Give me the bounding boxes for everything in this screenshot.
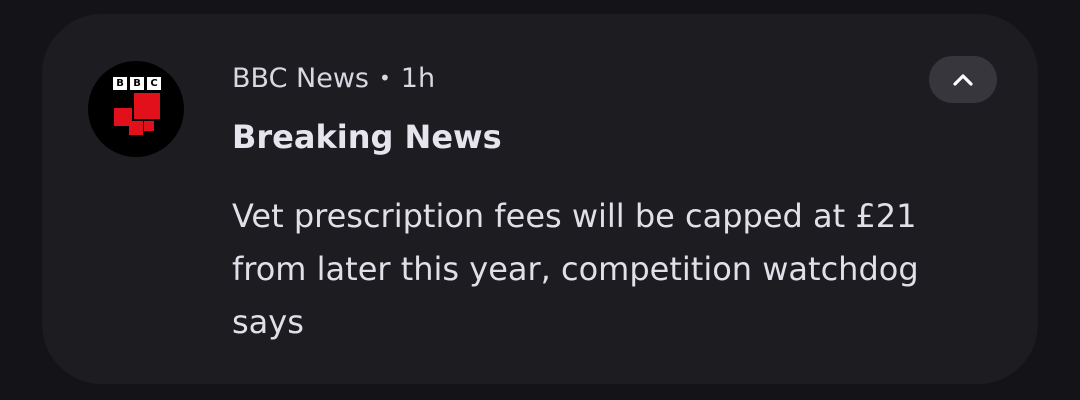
bbc-logo-letter: B xyxy=(130,77,144,90)
header-separator: • xyxy=(378,66,391,90)
app-name: BBC News xyxy=(232,62,369,94)
notification-card[interactable]: B B C BBC News • 1h Breaking News Vet pr… xyxy=(42,14,1038,384)
notification-time: 1h xyxy=(400,62,436,94)
bbc-logo-letter: C xyxy=(147,77,161,90)
logo-red-square-bottom xyxy=(129,121,143,135)
bbc-logo: B B C xyxy=(113,77,161,90)
notification-body: Vet prescription fees will be capped at … xyxy=(232,197,919,341)
logo-red-square-large xyxy=(134,93,160,119)
bbc-logo-letter: B xyxy=(113,77,127,90)
collapse-button[interactable] xyxy=(929,56,997,103)
notification-header: BBC News • 1h xyxy=(232,58,435,98)
logo-red-square-small xyxy=(144,121,154,131)
bbc-news-icon: B B C xyxy=(88,61,184,157)
notification-title: Breaking News xyxy=(232,118,502,156)
chevron-up-icon xyxy=(953,73,973,86)
